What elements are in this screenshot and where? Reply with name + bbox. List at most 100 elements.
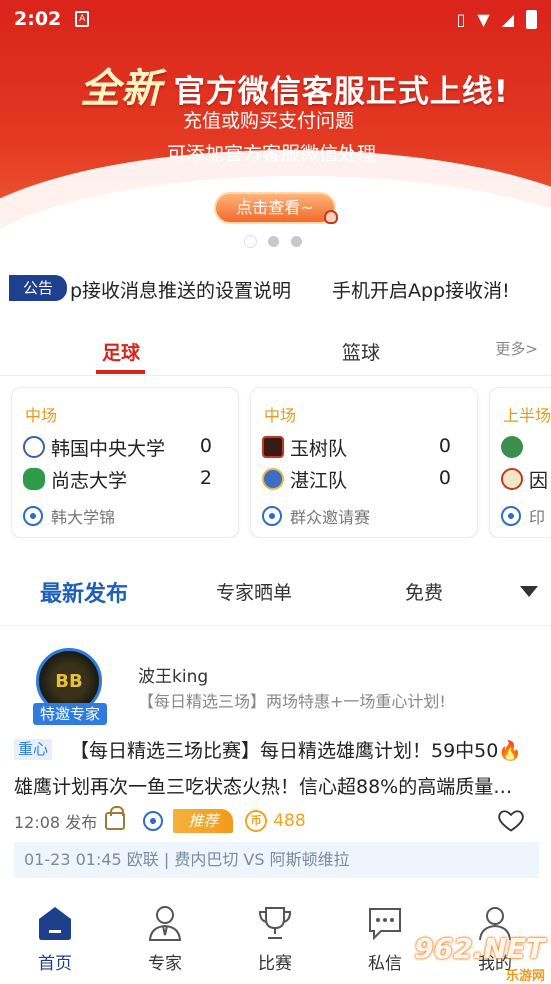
author-name[interactable]: 波王king xyxy=(138,662,208,687)
home-team: 韩国中央大学 xyxy=(23,434,165,460)
notice-badge: 公告 xyxy=(9,275,67,301)
post-card[interactable]: BB 特邀专家 波王king 【每日精选三场】两场特惠+一场重心计划! 重心 【… xyxy=(0,640,551,890)
away-team-name: 因 xyxy=(529,469,549,492)
carousel-dots xyxy=(245,236,302,247)
carousel-dot-active[interactable] xyxy=(245,236,256,247)
price: 488 xyxy=(273,811,306,831)
more-link[interactable]: 更多> xyxy=(495,338,538,359)
football-icon xyxy=(262,506,282,526)
home-team: 玉树队 xyxy=(262,434,347,460)
nav-message-label: 私信 xyxy=(368,954,402,974)
tab-expert-picks[interactable]: 专家晒单 xyxy=(216,578,292,605)
heart-icon[interactable] xyxy=(497,806,525,834)
league-row: 印 xyxy=(501,504,545,528)
watermark-main: 962.NET xyxy=(414,932,545,965)
sport-tabs: 足球 篮球 更多> xyxy=(0,332,551,374)
divider xyxy=(0,375,551,376)
tab-free[interactable]: 免费 xyxy=(405,578,443,605)
away-team-name: 尚志大学 xyxy=(51,469,128,492)
carousel-dot[interactable] xyxy=(268,236,279,247)
nav-match[interactable]: 比赛 xyxy=(240,903,310,974)
publish-time: 12:08 发布 xyxy=(14,813,98,832)
tab-basketball[interactable]: 篮球 xyxy=(342,338,380,365)
post-meta: 12:08 发布 推荐 币 488 xyxy=(14,806,306,834)
notice-bar[interactable]: 公告 p接收消息推送的设置说明 手机开启App接收消! xyxy=(0,270,551,306)
home-icon xyxy=(39,907,71,940)
carousel-dot[interactable] xyxy=(291,236,302,247)
banner-line-2: 可添加官方客服微信处理 xyxy=(167,143,377,165)
away-score: 0 xyxy=(438,467,451,489)
banner-view-button[interactable]: 点击查看~ xyxy=(214,192,336,224)
battery-icon xyxy=(526,9,537,29)
wifi-icon: ▼ xyxy=(477,9,490,29)
football-icon xyxy=(143,811,164,831)
hand-pointer-icon xyxy=(324,210,338,224)
match-card[interactable]: 上半场 因 印 xyxy=(489,387,551,538)
football-icon xyxy=(23,506,43,526)
recommend-badge: 推荐 xyxy=(173,809,234,833)
team-logo-icon xyxy=(501,468,523,490)
league-name: 群众邀请赛 xyxy=(290,508,371,527)
notification-icon: A xyxy=(75,11,90,27)
nav-home[interactable]: 首页 xyxy=(20,903,90,974)
banner-headline-rest: 官方微信客服正式上线! xyxy=(173,74,509,110)
league-row: 韩大学锦 xyxy=(23,504,115,528)
lock-icon xyxy=(105,806,126,830)
post-title-line-1[interactable]: 【每日精选三场比赛】每日精选雄鹰计划！59中50🔥 xyxy=(70,736,522,763)
team-logo-icon xyxy=(501,436,523,458)
away-team-name: 湛江队 xyxy=(290,469,348,492)
status-time: 2:02 xyxy=(14,8,62,30)
league-name: 韩大学锦 xyxy=(51,508,116,527)
home-team xyxy=(501,434,529,460)
post-tag: 重心 xyxy=(14,739,53,760)
notice-text-2[interactable]: 手机开启App接收消! xyxy=(332,276,510,303)
dropdown-caret-icon[interactable] xyxy=(520,586,538,597)
nav-match-label: 比赛 xyxy=(258,954,292,974)
home-team-name: 玉树队 xyxy=(290,437,348,460)
banner-headline-big: 全新 xyxy=(80,66,162,112)
match-status: 中场 xyxy=(25,406,58,425)
match-cards: 中场 韩国中央大学 0 尚志大学 2 韩大学锦 中场 玉树队 0 湛江队 0 群 xyxy=(11,387,551,538)
watermark-sub: 乐游网 xyxy=(505,969,545,984)
watermark-logo: 962.NET 乐游网 xyxy=(414,932,545,984)
tab-football[interactable]: 足球 xyxy=(102,338,140,365)
signal-icon: ◢ xyxy=(501,9,514,29)
promo-banner[interactable]: 2:02 A ▯ ▼ ◢ 全新 官方微信客服正式上线! 充值或购买支付问题 可添… xyxy=(0,0,551,262)
away-team: 湛江队 xyxy=(262,466,347,492)
team-logo-icon xyxy=(262,436,284,458)
expert-badge: 特邀专家 xyxy=(33,703,107,725)
trophy-icon xyxy=(258,907,292,939)
match-info[interactable]: 01-23 01:45 欧联 | 费内巴切 VS 阿斯顿维拉 xyxy=(14,842,539,878)
match-card[interactable]: 中场 玉树队 0 湛江队 0 群众邀请赛 xyxy=(250,387,478,538)
nav-expert[interactable]: 专家 xyxy=(130,903,200,974)
content-tabs: 最新发布 专家晒单 免费 xyxy=(0,572,551,616)
notice-text-1[interactable]: p接收消息推送的设置说明 xyxy=(70,276,291,303)
status-bar: 2:02 A ▯ ▼ ◢ xyxy=(0,0,551,38)
nav-home-label: 首页 xyxy=(38,954,72,974)
vibrate-icon: ▯ xyxy=(456,9,466,29)
team-logo-icon xyxy=(23,468,45,490)
status-icons: ▯ ▼ ◢ xyxy=(456,9,537,29)
team-logo-icon xyxy=(262,468,284,490)
home-score: 0 xyxy=(199,435,212,457)
expert-icon xyxy=(148,906,182,941)
home-score: 0 xyxy=(438,435,451,457)
tab-latest[interactable]: 最新发布 xyxy=(40,576,128,608)
match-card[interactable]: 中场 韩国中央大学 0 尚志大学 2 韩大学锦 xyxy=(11,387,239,538)
message-icon xyxy=(369,908,401,941)
away-score: 2 xyxy=(199,467,212,489)
away-team: 因 xyxy=(501,466,548,492)
banner-line-1: 充值或购买支付问题 xyxy=(183,110,355,132)
nav-message[interactable]: 私信 xyxy=(350,903,420,974)
league-row: 群众邀请赛 xyxy=(262,504,370,528)
author-plan: 【每日精选三场】两场特惠+一场重心计划! xyxy=(138,692,446,711)
nav-expert-label: 专家 xyxy=(148,954,182,974)
league-name: 印 xyxy=(529,508,546,527)
match-status: 上半场 xyxy=(503,406,551,425)
coin-icon: 币 xyxy=(245,810,268,832)
match-status: 中场 xyxy=(264,406,297,425)
football-icon xyxy=(501,506,521,526)
divider xyxy=(0,625,551,626)
post-title-line-2[interactable]: 雄鹰计划再次一鱼三吃状态火热！信心超88%的高端质量… xyxy=(14,772,512,799)
team-logo-icon xyxy=(23,436,45,458)
